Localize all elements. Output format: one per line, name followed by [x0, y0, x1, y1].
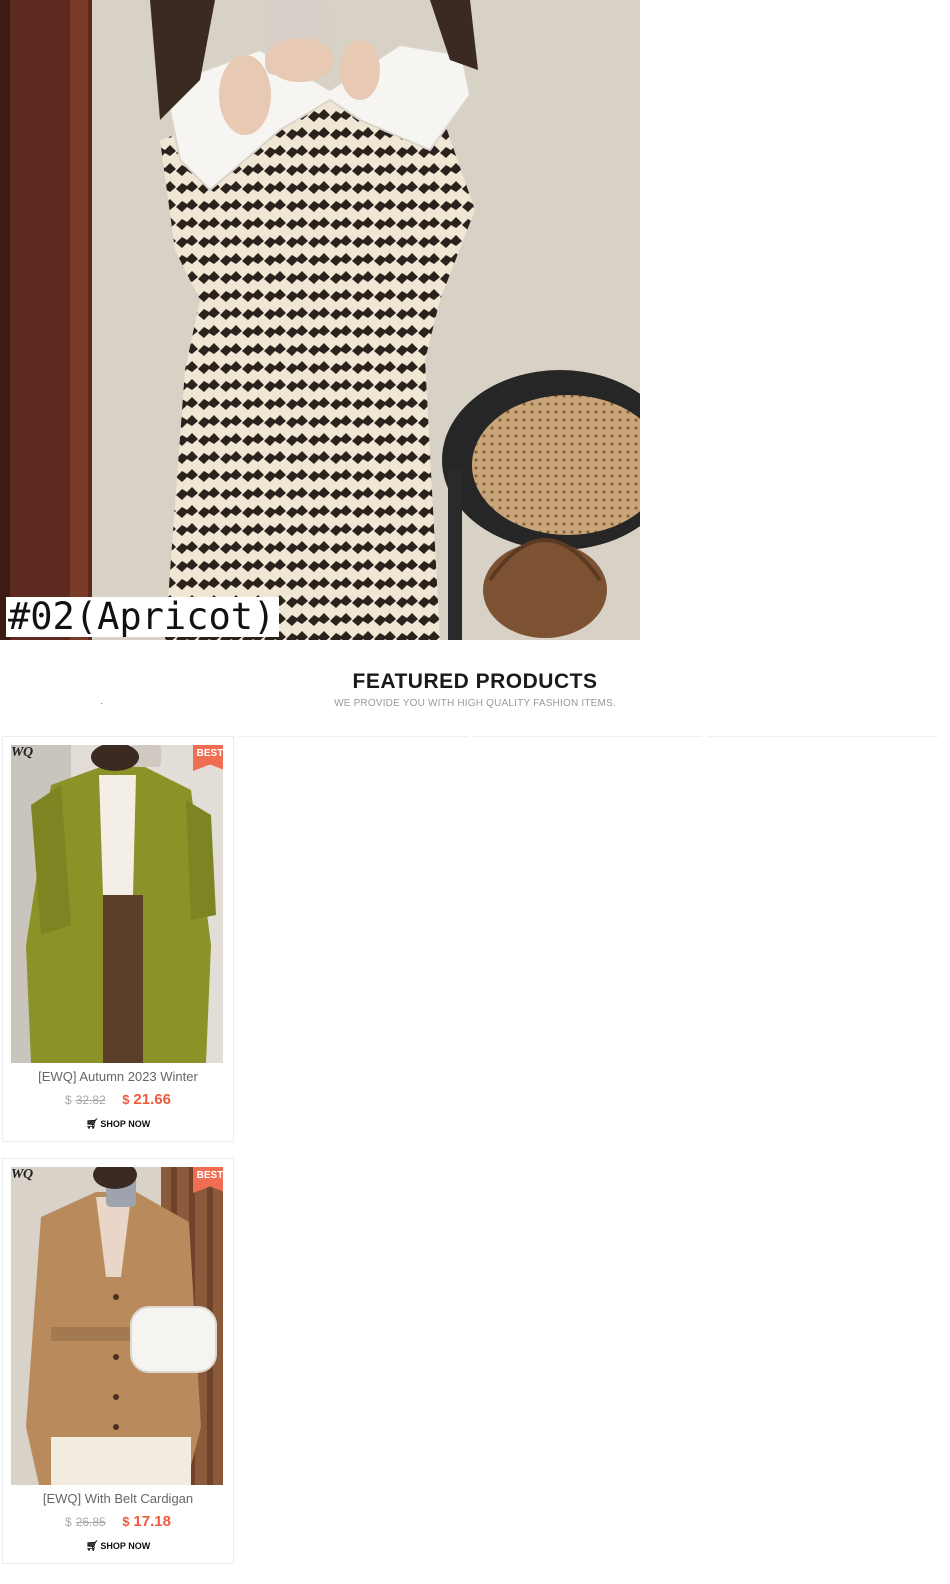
product-title[interactable]: [EWQ] With Belt Cardigan: [3, 1491, 233, 1506]
original-price: $32.82: [65, 1093, 106, 1107]
shop-now-button[interactable]: 🛒︎ SHOP NOW: [3, 1119, 233, 1130]
section-title: FEATURED PRODUCTS: [352, 670, 598, 693]
decorative-dot: [101, 703, 102, 704]
product-photo-green-cardigan: [11, 745, 223, 1063]
empty-card-placeholder: [238, 736, 468, 739]
product-card[interactable]: WQ BEST [EWQ] Autumn 2023 Winter $32.82 …: [2, 736, 234, 1142]
price-row: $32.82 $21.66: [3, 1091, 233, 1109]
sale-price: $21.66: [122, 1091, 171, 1108]
hero-product-image: #02(Apricot): [0, 0, 640, 640]
cart-icon: 🛒︎: [85, 1119, 99, 1130]
section-subtitle: WE PROVIDE YOU WITH HIGH QUALITY FASHION…: [334, 698, 616, 709]
original-price: $26.85: [65, 1515, 106, 1529]
product-title[interactable]: [EWQ] Autumn 2023 Winter: [3, 1069, 233, 1084]
empty-card-placeholder: [472, 736, 702, 739]
brand-logo: WQ: [11, 745, 33, 760]
sale-price: $17.18: [122, 1513, 171, 1530]
variant-label: #02(Apricot): [6, 597, 280, 637]
shop-now-button[interactable]: 🛒︎ SHOP NOW: [3, 1541, 233, 1552]
cart-icon: 🛒︎: [85, 1541, 99, 1552]
product-image[interactable]: WQ BEST: [11, 745, 223, 1063]
hero-photo: [0, 0, 640, 640]
product-card[interactable]: WQ BEST [EWQ] With Belt Cardigan $26.85 …: [2, 1158, 234, 1564]
brand-logo: WQ: [11, 1167, 33, 1182]
product-image[interactable]: WQ BEST: [11, 1167, 223, 1485]
empty-card-placeholder: [708, 736, 938, 739]
product-photo-belted-cardigan: [11, 1167, 223, 1485]
price-row: $26.85 $17.18: [3, 1513, 233, 1531]
